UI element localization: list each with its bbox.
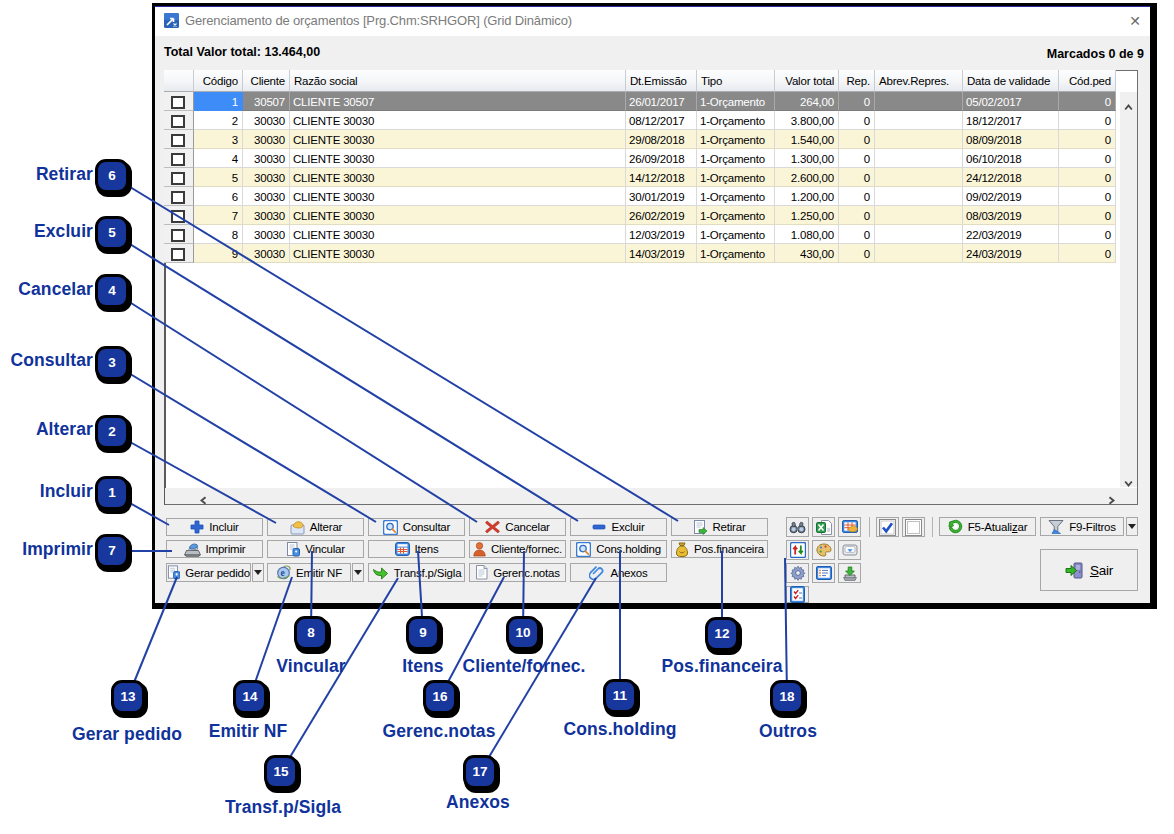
svg-text:e: e [281, 568, 285, 578]
